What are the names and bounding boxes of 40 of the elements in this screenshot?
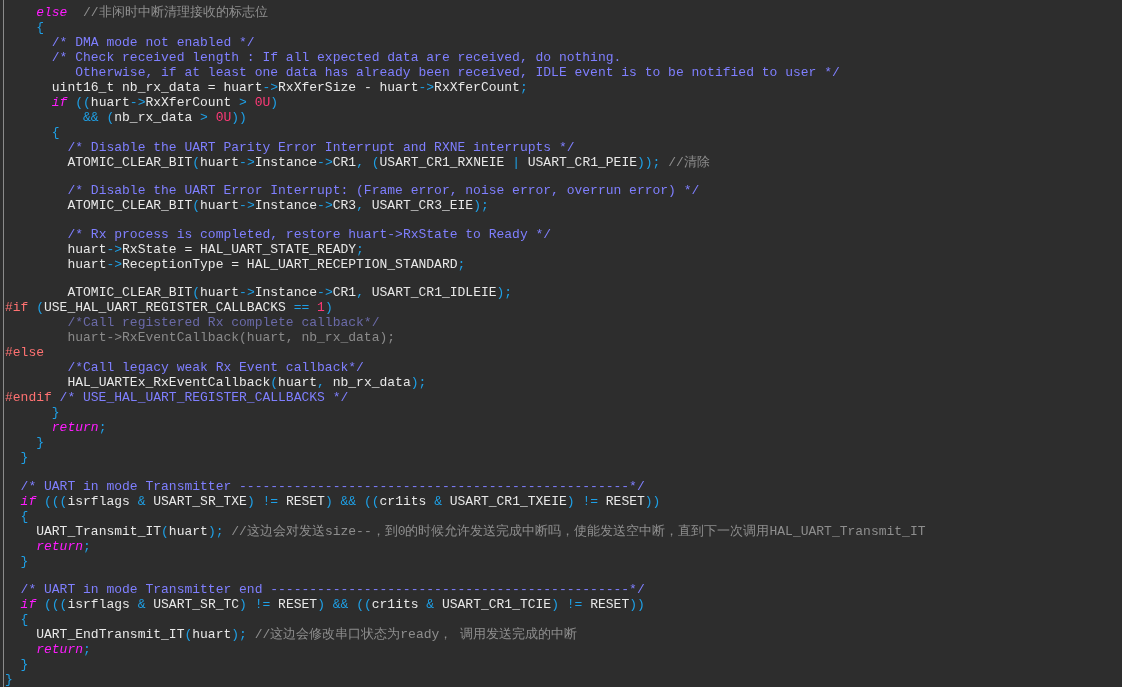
code-line: { [20, 612, 29, 628]
code-line: return; [36, 642, 91, 658]
code-line: /* Rx process is completed, restore huart->RxState to Ready */ [67, 226, 552, 242]
code-line: /* UART in mode Transmitter --------------------------------------------------*/ [20, 478, 645, 494]
code-line: } [20, 553, 29, 569]
code-line: uint16_t nb_rx_data = huart->RxXferSize - huart->RxXferCount; [51, 80, 528, 95]
code-line: { [51, 125, 60, 140]
code-line: /* UART in mode Transmitter end ----------------------------------------------*/ [20, 582, 645, 598]
code-line: return; [36, 538, 91, 554]
code-line: /*Call registered Rx complete callback*/ [67, 315, 380, 331]
code-line: #else [5, 345, 44, 361]
code-line: { [20, 508, 29, 524]
code-line: huart->RxEventCallback(huart, nb_rx_data); [67, 330, 396, 346]
code-line: /* Disable the UART Parity Error Interrupt and RXNE interrupts */ [67, 140, 575, 155]
code-line: } [51, 405, 60, 421]
code-line: UART_EndTransmit_IT(huart); //这边会修改串口状态为ready， 调用发送完成的中断 [36, 627, 578, 643]
code-line: ATOMIC_CLEAR_BIT(huart->Instance->CR3, USART_CR3_EIE); [67, 198, 489, 214]
code-line: /* DMA mode not enabled */ [51, 35, 255, 50]
code-line: #endif /* USE_HAL_UART_REGISTER_CALLBACKS */ [5, 390, 349, 406]
code-line: ATOMIC_CLEAR_BIT(huart->Instance->CR1, (USART_CR1_RXNEIE | USART_CR1_PEIE)); //清除 [67, 155, 710, 170]
code-line: { [36, 20, 45, 35]
code-line: /* Disable the UART Error Interrupt: (Frame error, noise error, overrun error) */ [67, 183, 700, 199]
code-line: } [5, 672, 13, 687]
code-line: return; [51, 420, 107, 436]
code-line: huart->RxState = HAL_UART_STATE_READY; [67, 241, 364, 257]
code-line: } [36, 435, 45, 451]
code-line: } [20, 450, 29, 466]
code-line: Otherwise, if at least one data has already been received, IDLE event is to be notified to user */ [75, 65, 840, 80]
code-line: /*Call legacy weak Rx Event callback*/ [67, 360, 364, 376]
code-line: if (((isrflags & USART_SR_TXE) != RESET) && ((cr1its & USART_CR1_TXEIE) != RESET)) [20, 493, 661, 509]
code-line: /* Check received length : If all expected data are received, do nothing. [51, 50, 622, 65]
code-line: if ((huart->RxXferCount > 0U) [51, 95, 279, 110]
code-line: else //非闲时中断清理接收的标志位 [36, 5, 268, 20]
code-line: && (nb_rx_data > 0U)) [83, 110, 247, 125]
code-line: #if (USE_HAL_UART_REGISTER_CALLBACKS == 1) [5, 300, 333, 316]
code-line: if (((isrflags & USART_SR_TC) != RESET) && ((cr1its & USART_CR1_TCIE) != RESET)) [20, 597, 645, 613]
code-line: huart->ReceptionType = HAL_UART_RECEPTION_STANDARD; [67, 256, 466, 272]
code-line: HAL_UARTEx_RxEventCallback(huart, nb_rx_data); [67, 375, 427, 391]
code-line: } [20, 657, 29, 673]
code-line: ATOMIC_CLEAR_BIT(huart->Instance->CR1, USART_CR1_IDLEIE); [67, 285, 513, 301]
